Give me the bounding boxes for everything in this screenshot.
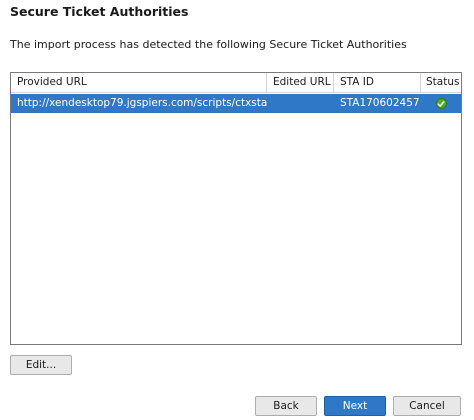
- next-button[interactable]: Next: [324, 396, 386, 416]
- cell-provided-url: http://xendesktop79.jgspiers.com/scripts…: [17, 97, 267, 109]
- column-header-provided-url[interactable]: Provided URL: [11, 73, 267, 92]
- edit-button[interactable]: Edit...: [10, 355, 72, 375]
- cell-edited-url: [267, 94, 334, 113]
- back-button[interactable]: Back: [255, 396, 317, 416]
- sta-list-view[interactable]: Provided URL Edited URL STA ID Status ht…: [10, 72, 462, 345]
- cell-status: [421, 94, 461, 113]
- page-title: Secure Ticket Authorities: [10, 4, 189, 19]
- table-row[interactable]: http://xendesktop79.jgspiers.com/scripts…: [11, 94, 461, 113]
- column-header-edited-url[interactable]: Edited URL: [267, 73, 334, 92]
- cancel-button[interactable]: Cancel: [393, 396, 461, 416]
- success-check-icon: [435, 98, 447, 109]
- column-header-status[interactable]: Status: [421, 73, 461, 92]
- page-description: The import process has detected the foll…: [10, 38, 407, 51]
- cell-sta-id: STA170602457: [340, 97, 420, 109]
- column-header-sta-id[interactable]: STA ID: [334, 73, 421, 92]
- list-header: Provided URL Edited URL STA ID Status: [11, 73, 461, 93]
